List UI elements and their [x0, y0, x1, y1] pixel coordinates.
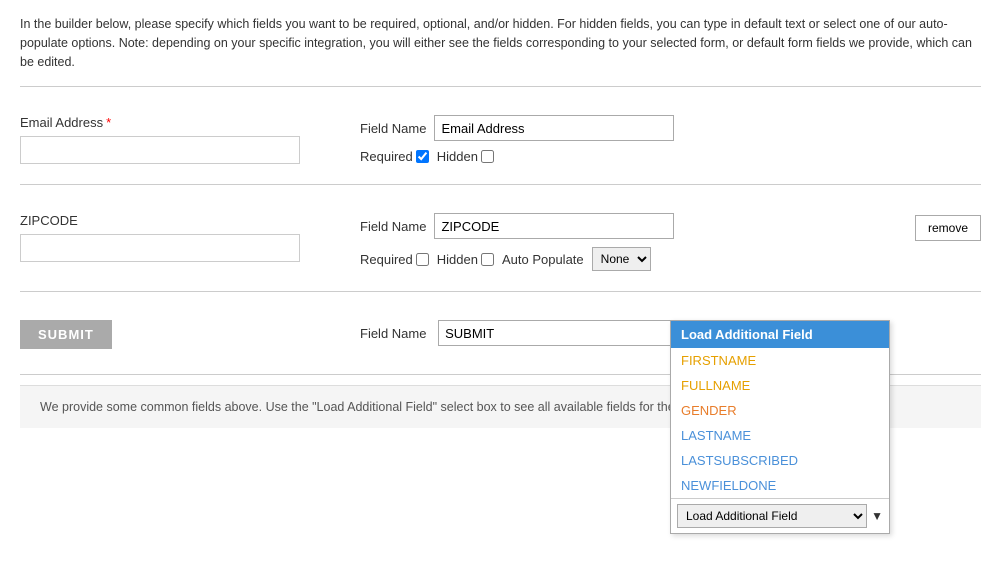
- email-options-row: Required Hidden: [360, 149, 981, 164]
- zipcode-hidden-label: Hidden: [437, 252, 494, 267]
- load-additional-header[interactable]: Load Additional Field: [671, 321, 889, 348]
- zipcode-preview-label: ZIPCODE: [20, 213, 340, 228]
- divider-1: [20, 184, 981, 185]
- email-field-name-row: Field Name: [360, 115, 981, 141]
- load-additional-select-row: Load Additional Field ▼: [671, 498, 889, 533]
- email-hidden-label: Hidden: [437, 149, 494, 164]
- zipcode-field-name-label: Field Name: [360, 219, 426, 234]
- zipcode-preview-input[interactable]: [20, 234, 300, 262]
- load-additional-dropdown: Load Additional Field FIRSTNAME FULLNAME…: [670, 320, 890, 534]
- zipcode-required-label: Required: [360, 252, 429, 267]
- submit-field-name-row: Field Name Load Additional Field FIRSTNA…: [360, 320, 981, 346]
- load-additional-select[interactable]: Load Additional Field: [677, 504, 867, 528]
- divider-2: [20, 291, 981, 292]
- submit-field-row: SUBMIT Field Name Load Additional Field …: [20, 302, 981, 364]
- zipcode-field-name-row: Field Name: [360, 213, 895, 239]
- zipcode-options-row: Required Hidden Auto Populate None: [360, 247, 895, 271]
- dropdown-item-firstname[interactable]: FIRSTNAME: [671, 348, 889, 373]
- email-hidden-checkbox[interactable]: [481, 150, 494, 163]
- page-description: In the builder below, please specify whi…: [20, 15, 981, 71]
- zipcode-settings: Field Name Required Hidden Auto Populate…: [340, 213, 895, 271]
- email-required-star: *: [106, 115, 111, 130]
- email-preview-input[interactable]: [20, 136, 300, 164]
- email-preview: Email Address*: [20, 115, 340, 164]
- dropdown-item-gender[interactable]: GENDER: [671, 398, 889, 423]
- chevron-down-icon: ▼: [871, 509, 883, 523]
- zipcode-auto-populate-select[interactable]: None: [592, 247, 651, 271]
- zipcode-field-name-input[interactable]: [434, 213, 674, 239]
- submit-preview: SUBMIT: [20, 320, 340, 349]
- submit-field-name-input[interactable]: [438, 320, 678, 346]
- zipcode-field-row: ZIPCODE Field Name Required Hidden Auto …: [20, 195, 981, 281]
- dropdown-item-lastname[interactable]: LASTNAME: [671, 423, 889, 448]
- submit-field-name-label: Field Name: [360, 326, 426, 341]
- email-field-name-label: Field Name: [360, 121, 426, 136]
- zipcode-hidden-checkbox[interactable]: [481, 253, 494, 266]
- email-required-checkbox[interactable]: [416, 150, 429, 163]
- email-required-label: Required: [360, 149, 429, 164]
- email-field-name-input[interactable]: [434, 115, 674, 141]
- dropdown-item-lastsubscribed[interactable]: LASTSUBSCRIBED: [671, 448, 889, 473]
- zipcode-preview: ZIPCODE: [20, 213, 340, 262]
- email-field-row: Email Address* Field Name Required Hidde…: [20, 97, 981, 174]
- email-preview-label: Email Address*: [20, 115, 340, 130]
- submit-settings: Field Name Load Additional Field FIRSTNA…: [340, 320, 981, 354]
- dropdown-item-newfieldone[interactable]: NEWFIELDONE: [671, 473, 889, 498]
- zipcode-required-checkbox[interactable]: [416, 253, 429, 266]
- dropdown-item-fullname[interactable]: FULLNAME: [671, 373, 889, 398]
- email-settings: Field Name Required Hidden: [340, 115, 981, 164]
- top-divider: [20, 86, 981, 87]
- submit-preview-button[interactable]: SUBMIT: [20, 320, 112, 349]
- zipcode-auto-populate-label: Auto Populate: [502, 252, 584, 267]
- zipcode-remove-button[interactable]: remove: [915, 215, 981, 241]
